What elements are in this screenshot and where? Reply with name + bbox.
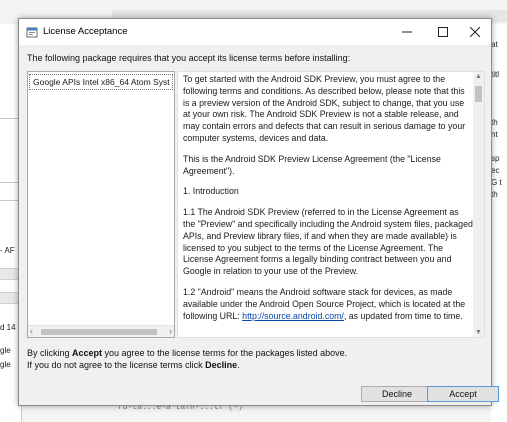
scrollbar-thumb[interactable] xyxy=(475,86,482,102)
close-icon xyxy=(470,27,480,37)
dialog-title: License Acceptance xyxy=(43,26,128,37)
license-acceptance-dialog: License Acceptance The following package… xyxy=(18,18,499,406)
license-paragraph: To get started with the Android SDK Prev… xyxy=(183,74,466,143)
intro-text: The following package requires that you … xyxy=(27,53,351,63)
background-label: titl xyxy=(491,70,499,79)
dialog-footer: Decline Accept xyxy=(19,381,499,405)
notice-emphasis: Accept xyxy=(72,348,103,358)
notice-text: By clicking xyxy=(27,348,73,358)
background-right-panel: at titl th nt sp ec G t th xyxy=(491,24,507,422)
notice-line: By clicking Accept you agree to the lice… xyxy=(27,347,347,359)
minimize-icon xyxy=(402,31,412,33)
minimize-button[interactable] xyxy=(389,19,425,45)
background-label: G t xyxy=(491,178,502,187)
license-paragraph-text: , as updated from time to time. xyxy=(343,310,463,321)
notice-text: . xyxy=(237,360,240,370)
maximize-button[interactable] xyxy=(425,19,461,45)
decline-button[interactable]: Decline xyxy=(361,386,433,402)
acceptance-notice: By clicking Accept you agree to the lice… xyxy=(27,347,347,371)
notice-text: you agree to the license terms for the p… xyxy=(102,348,348,358)
package-list-item[interactable]: Google APIs Intel x86_64 Atom Syst xyxy=(29,74,173,90)
package-list[interactable]: Google APIs Intel x86_64 Atom Syst ‹ › xyxy=(27,71,175,338)
installer-app-icon xyxy=(26,26,38,38)
license-paragraph: This is the Android SDK Preview License … xyxy=(183,153,441,176)
accept-button[interactable]: Accept xyxy=(427,386,499,402)
background-label: th xyxy=(491,190,498,199)
scroll-up-icon[interactable]: ▲ xyxy=(475,73,482,80)
license-text: To get started with the Android SDK Prev… xyxy=(183,74,473,331)
background-label: ec xyxy=(491,166,500,175)
background-label: th xyxy=(491,118,498,127)
background-label: nt xyxy=(491,130,498,139)
close-button[interactable] xyxy=(457,19,493,45)
scroll-left-icon[interactable]: ‹ xyxy=(30,326,33,336)
scrollbar-thumb[interactable] xyxy=(41,329,157,335)
license-vertical-scrollbar[interactable]: ▲ ▼ xyxy=(473,72,484,337)
package-list-horizontal-scrollbar[interactable]: ‹ › xyxy=(28,325,174,337)
license-text-panel[interactable]: To get started with the Android SDK Prev… xyxy=(177,71,485,338)
notice-text: If you do not agree to the license terms… xyxy=(27,360,206,370)
maximize-icon xyxy=(438,27,448,37)
notice-emphasis: Decline xyxy=(205,360,238,370)
notice-line: If you do not agree to the license terms… xyxy=(27,359,347,371)
scroll-right-icon[interactable]: › xyxy=(169,326,172,336)
scroll-down-icon[interactable]: ▼ xyxy=(475,329,482,336)
license-paragraph: 1.1 The Android SDK Preview (referred to… xyxy=(183,207,473,277)
license-section-heading: 1. Introduction xyxy=(183,186,239,197)
dialog-titlebar[interactable]: License Acceptance xyxy=(19,19,491,45)
license-paragraph: 1.2 "Android" means the Android software… xyxy=(183,287,473,322)
android-source-link[interactable]: http://source.android.com/ xyxy=(242,311,344,321)
background-label: sp xyxy=(491,154,500,163)
